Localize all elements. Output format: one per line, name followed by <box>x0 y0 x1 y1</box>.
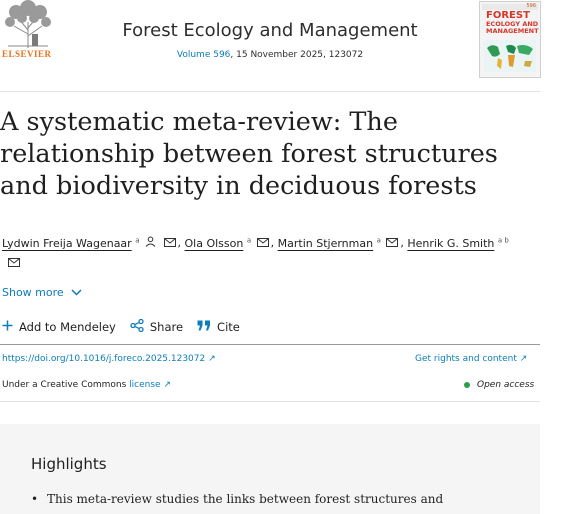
plus-icon <box>2 320 19 334</box>
header-divider <box>0 91 540 92</box>
email-icon <box>8 254 20 273</box>
add-to-mendeley-button[interactable]: Add to Mendeley <box>2 320 116 334</box>
journal-cover-image[interactable]: 596 FOREST ECOLOGY AND MANAGEMENT <box>479 1 541 78</box>
author-link[interactable]: Ola Olsson a <box>185 234 271 253</box>
license-statement: Under a Creative Commons license ↗ <box>2 380 171 390</box>
rights-link[interactable]: Get rights and content ↗ <box>415 354 527 364</box>
chevron-down-icon <box>71 286 82 299</box>
article-toolbar: Add to Mendeley Share Cite <box>2 318 254 335</box>
external-link-icon: ↗ <box>208 354 216 364</box>
license-link[interactable]: license ↗ <box>129 380 171 390</box>
cover-subtitle: ECOLOGY AND MANAGEMENT <box>486 20 539 35</box>
external-link-icon: ↗ <box>519 354 528 364</box>
email-icon <box>163 234 176 253</box>
quote-icon <box>197 320 217 334</box>
share-icon <box>130 318 150 335</box>
email-icon <box>256 234 269 253</box>
section-divider <box>0 401 540 402</box>
journal-issue-info: Volume 596, 15 November 2025, 123072 <box>176 50 364 60</box>
author-link[interactable]: Martin Stjernman a <box>278 234 401 253</box>
article-title: A systematic meta-review: The relationsh… <box>0 107 498 201</box>
email-icon <box>386 234 399 253</box>
volume-link[interactable]: Volume 596 <box>177 50 231 60</box>
highlights-title: Highlights <box>31 455 107 473</box>
toolbar-divider <box>0 344 540 345</box>
cover-world-map <box>484 40 536 72</box>
list-item: • This meta-review studies the links betw… <box>31 492 444 506</box>
author-link[interactable]: Lydwin Freija Wagenaar a <box>2 234 178 253</box>
journal-title[interactable]: Forest Ecology and Management <box>0 20 540 41</box>
share-button[interactable]: Share <box>130 318 183 335</box>
person-icon <box>145 234 156 253</box>
show-more-button[interactable]: Show more <box>2 286 82 299</box>
open-access-dot-icon <box>464 382 470 388</box>
bullet-icon: • <box>31 492 39 506</box>
author-list: Lydwin Freija Wagenaar a , Ola Olsson a … <box>2 231 547 273</box>
cite-button[interactable]: Cite <box>197 320 240 334</box>
cover-number: 596 <box>526 3 536 9</box>
external-link-icon: ↗ <box>163 380 171 390</box>
doi-link[interactable]: https://doi.org/10.1016/j.foreco.2025.12… <box>2 354 216 364</box>
open-access-badge: Open access <box>464 380 534 390</box>
